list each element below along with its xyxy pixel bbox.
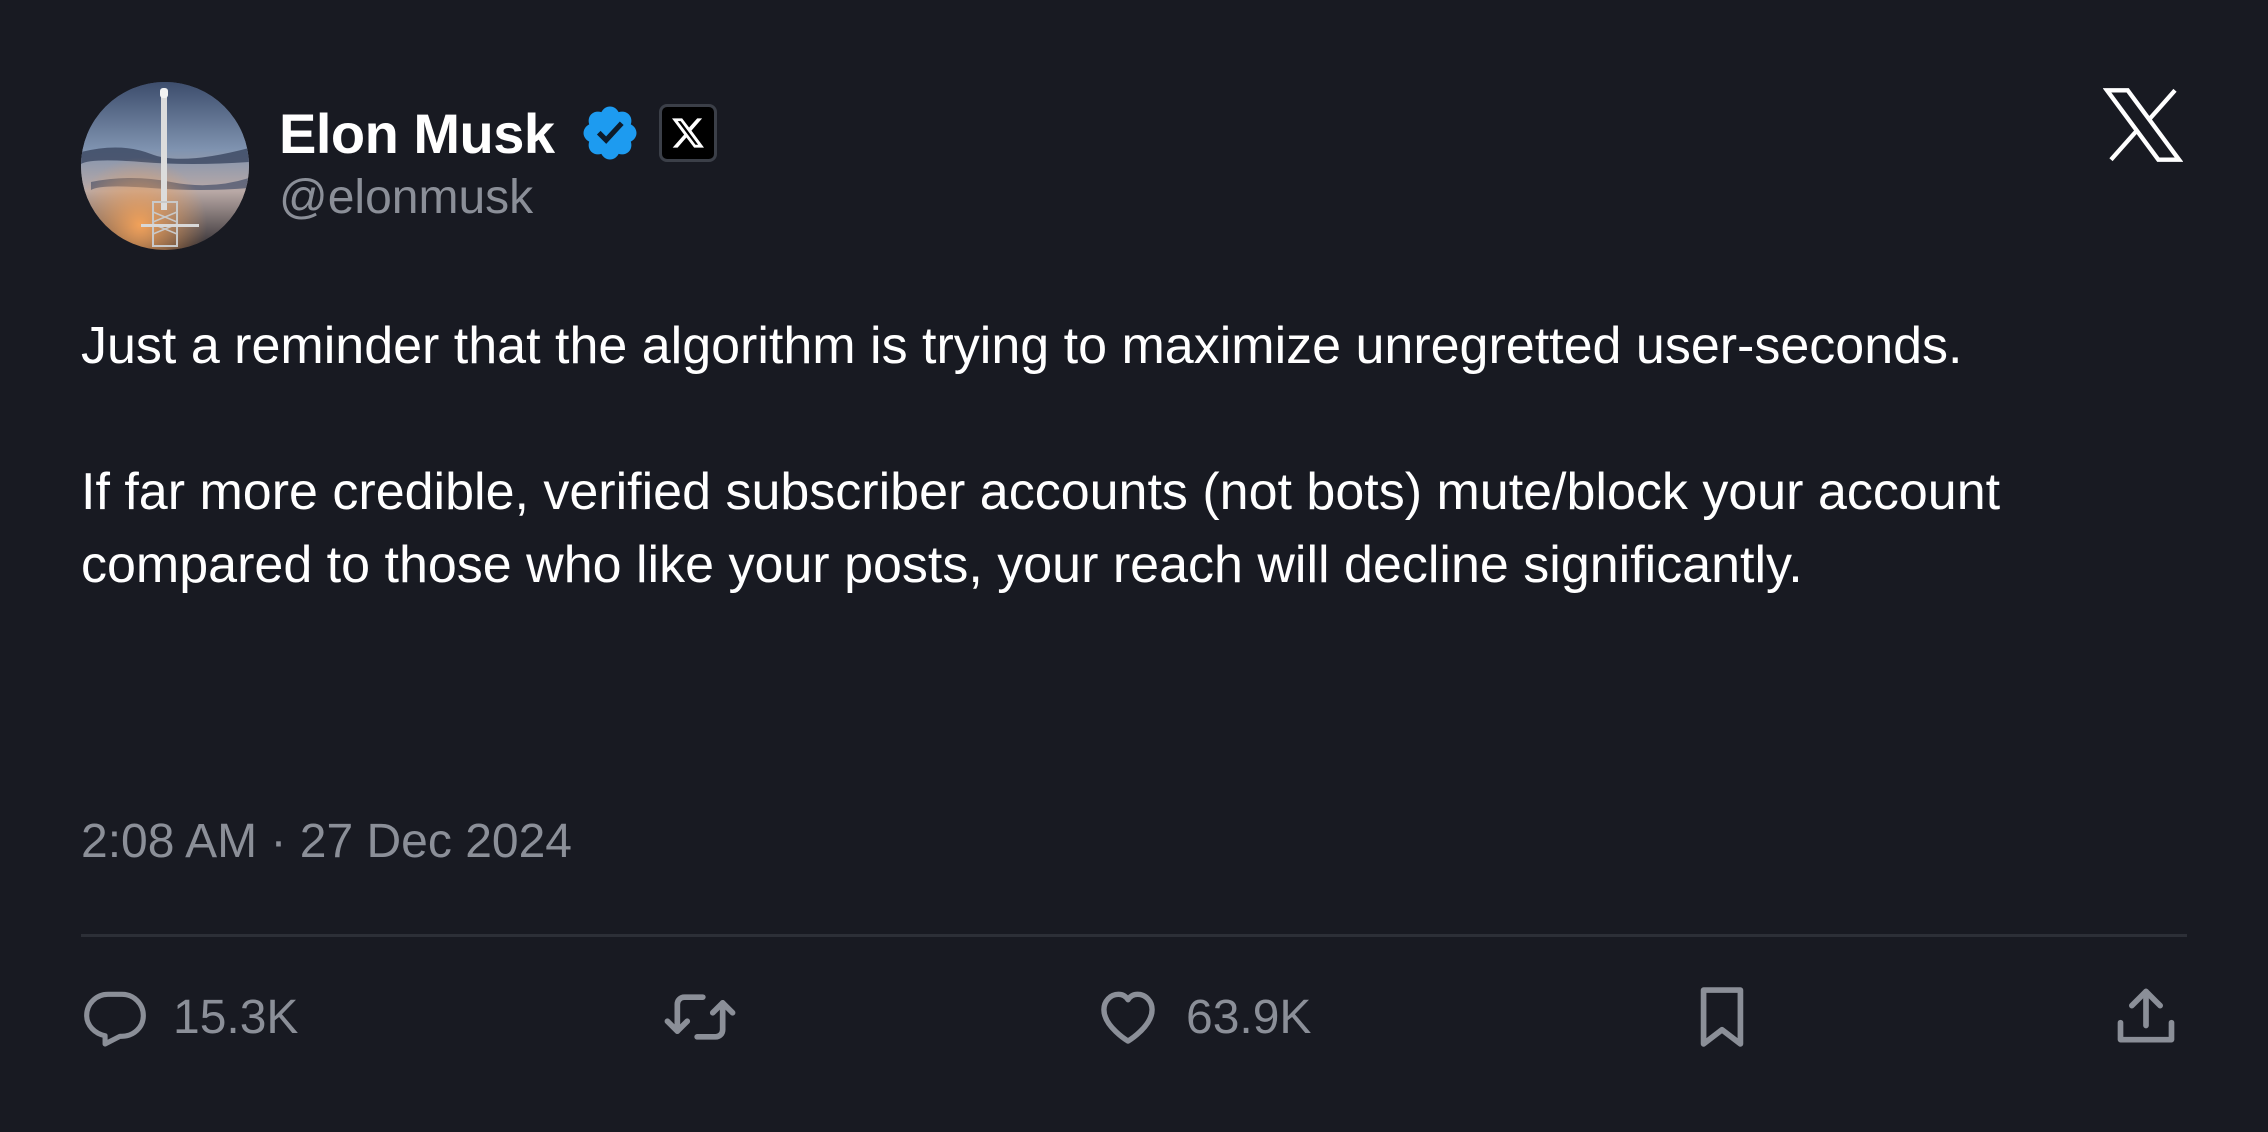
share-icon — [2117, 988, 2175, 1043]
bookmark-icon — [1700, 987, 1744, 1047]
like-button[interactable]: 63.9K — [1094, 980, 1311, 1054]
starship-launch-avatar — [81, 82, 249, 250]
tweet-card: Elon Musk @elonmusk Just a reminder that… — [0, 0, 2268, 1132]
repost-icon — [664, 994, 736, 1040]
tweet-paragraph: If far more credible, verified subscribe… — [81, 463, 2001, 594]
x-logo-icon[interactable] — [658, 104, 717, 162]
bookmark-button[interactable] — [1688, 980, 1756, 1054]
verified-badge-icon[interactable] — [579, 102, 641, 164]
reply-icon — [84, 991, 146, 1047]
author-name[interactable]: Elon Musk — [279, 101, 555, 166]
reply-count: 15.3K — [173, 990, 299, 1044]
avatar[interactable] — [81, 82, 249, 250]
tweet-timestamp[interactable]: 2:08 AM · 27 Dec 2024 — [81, 814, 572, 869]
author-handle[interactable]: @elonmusk — [279, 170, 533, 225]
share-button[interactable] — [2112, 980, 2180, 1054]
reply-button[interactable]: 15.3K — [81, 980, 298, 1054]
x-brand-logo-icon[interactable] — [2102, 87, 2184, 163]
repost-button[interactable] — [662, 980, 738, 1054]
heart-icon — [1101, 991, 1155, 1044]
divider — [81, 934, 2187, 937]
like-count: 63.9K — [1186, 990, 1312, 1044]
tweet-paragraph: Just a reminder that the algorithm is tr… — [81, 317, 1963, 375]
author-row: Elon Musk — [279, 98, 717, 168]
tweet-text: Just a reminder that the algorithm is tr… — [81, 310, 2211, 602]
